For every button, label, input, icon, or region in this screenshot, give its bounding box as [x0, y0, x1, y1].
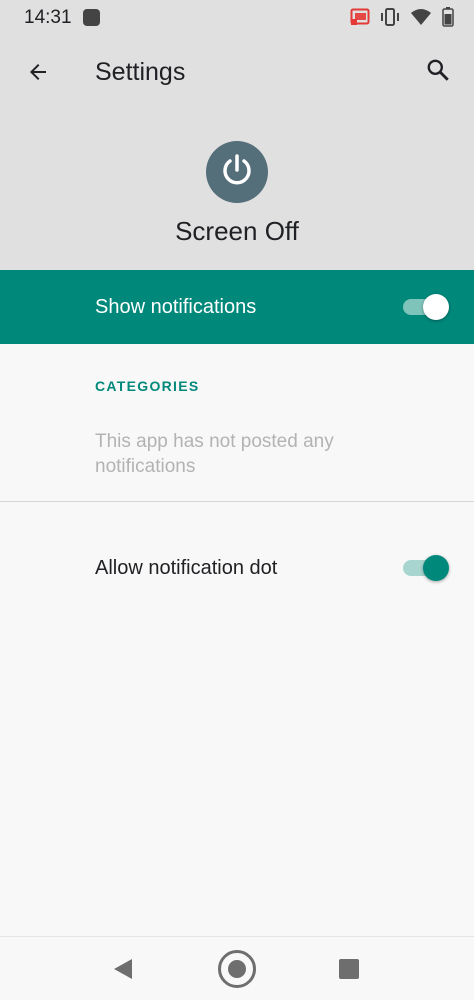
allow-notification-dot-switch[interactable] [403, 555, 449, 581]
status-icons [350, 7, 454, 27]
battery-icon [442, 7, 454, 27]
app-icon [206, 141, 268, 203]
allow-notification-dot-label: Allow notification dot [95, 557, 278, 579]
show-notifications-label: Show notifications [95, 296, 257, 318]
nav-back-button[interactable] [112, 957, 134, 986]
categories-heading: CATEGORIES [95, 378, 200, 394]
divider [0, 501, 474, 502]
page-title: Settings [95, 58, 186, 86]
empty-categories-message: This app has not posted any notification… [95, 431, 334, 477]
back-button[interactable] [18, 54, 58, 94]
notification-dot-icon [83, 9, 100, 26]
switch-thumb [423, 294, 449, 320]
show-notifications-switch[interactable] [403, 294, 449, 320]
navigation-bar [0, 936, 474, 1000]
power-icon [217, 150, 257, 195]
back-arrow-icon [26, 60, 50, 89]
recents-square-icon[interactable] [339, 959, 359, 979]
status-bar: 14:31 [0, 0, 474, 36]
switch-thumb [423, 555, 449, 581]
app-name: Screen Off [175, 216, 299, 246]
search-icon [425, 57, 451, 88]
vibrate-icon [380, 8, 400, 26]
show-notifications-row[interactable]: Show notifications [0, 270, 474, 344]
app-header: Settings Screen Off [0, 36, 474, 270]
wifi-icon [410, 8, 432, 26]
cast-icon [350, 8, 370, 26]
allow-notification-dot-row[interactable]: Allow notification dot [0, 535, 474, 603]
status-time: 14:31 [24, 7, 72, 28]
home-circle-icon [228, 960, 246, 978]
back-triangle-icon [112, 959, 134, 985]
nav-home-button[interactable] [218, 950, 256, 988]
search-button[interactable] [418, 52, 458, 92]
